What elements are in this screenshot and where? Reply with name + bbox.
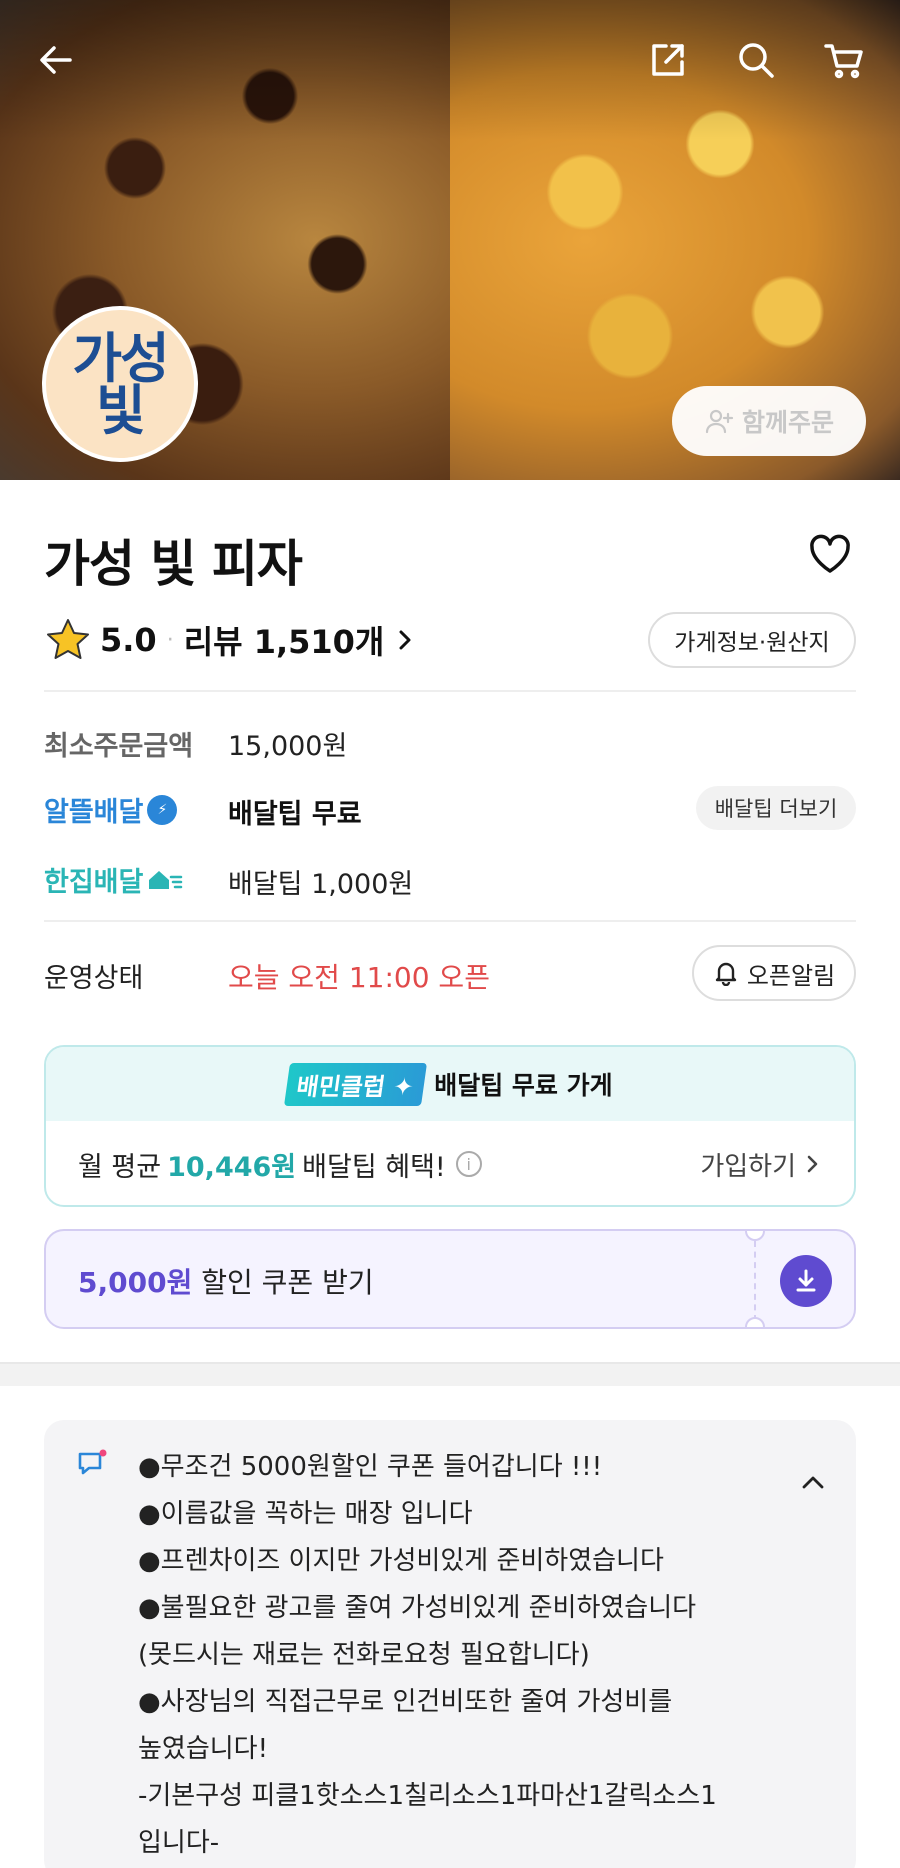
- coupon-label: 할인 쿠폰 받기: [201, 1266, 374, 1299]
- altteul-label-text: 알뜰배달: [44, 797, 144, 828]
- back-arrow-icon[interactable]: [24, 28, 88, 92]
- info-icon[interactable]: i: [455, 1151, 482, 1177]
- together-order-label: 함께주문: [741, 408, 834, 437]
- divider: [44, 690, 856, 692]
- altteul-delivery-label: 알뜰배달 ⚡: [44, 790, 178, 829]
- coupon-banner[interactable]: 5,000원 할인 쿠폰 받기: [44, 1229, 856, 1329]
- download-icon: [796, 1269, 816, 1292]
- rating-row: 5.0 · 리뷰 1,510개: [44, 612, 416, 668]
- notice-line: 입니다-: [138, 1828, 220, 1858]
- store-name: 가성 빛 피자: [44, 535, 303, 593]
- chevron-right-icon[interactable]: [394, 629, 416, 651]
- notice-line: 높였습니다!: [138, 1734, 269, 1764]
- favorite-heart-icon[interactable]: [806, 530, 854, 578]
- club-body: 월 평균 10,446원 배달팁 혜택! i 가입하기: [46, 1121, 854, 1205]
- owner-notice-box: ●무조건 5000원할인 쿠폰 들어갑니다 !!! ●이름값을 꼭하는 매장 입…: [44, 1420, 856, 1868]
- chevron-up-icon[interactable]: [800, 1470, 826, 1496]
- hanjip-delivery-label: 한집배달: [44, 860, 183, 899]
- store-hero-image: 가성 빛 함께주문: [0, 0, 900, 480]
- coupon-download-button[interactable]: [780, 1255, 832, 1307]
- min-order-label: 최소주문금액: [44, 731, 194, 762]
- together-order-button[interactable]: 함께주문: [672, 386, 866, 456]
- open-alarm-button[interactable]: 오픈알림: [692, 945, 856, 1001]
- operation-status-label: 운영상태: [44, 963, 144, 994]
- notice-line: ●무조건 5000원할인 쿠폰 들어갑니다 !!!: [138, 1452, 603, 1482]
- logo-text-line-2: 빛: [96, 378, 146, 442]
- search-icon[interactable]: [724, 28, 788, 92]
- open-alarm-label: 오픈알림: [746, 961, 836, 990]
- hanjip-label-text: 한집배달: [44, 867, 144, 898]
- store-logo: 가성 빛: [42, 306, 198, 462]
- club-header: 배민클럽 ✦ 배달팁 무료 가게: [46, 1047, 854, 1121]
- notice-line: (못드시는 재료는 전화로요청 필요합니다): [138, 1640, 590, 1670]
- notice-line: ●프렌차이즈 이지만 가성비있게 준비하였습니다: [138, 1546, 664, 1576]
- coupon-text: 5,000원 할인 쿠폰 받기: [78, 1261, 374, 1301]
- coupon-perforation: [754, 1241, 756, 1321]
- baemin-club-banner[interactable]: 배민클럽 ✦ 배달팁 무료 가게 월 평균 10,446원 배달팁 혜택! i …: [44, 1045, 856, 1207]
- review-count-link[interactable]: 리뷰 1,510개: [184, 617, 385, 663]
- hanjip-delivery-value: 배달팁 1,000원: [228, 869, 414, 900]
- cart-icon[interactable]: [812, 28, 876, 92]
- coupon-amount: 5,000원: [78, 1266, 193, 1299]
- operation-status-value: 오늘 오전 11:00 오픈: [228, 961, 490, 994]
- altteul-delivery-value: 배달팁 무료: [228, 799, 362, 830]
- logo-text-line-1: 가성: [72, 326, 169, 390]
- coupon-notch-bottom: [745, 1317, 765, 1327]
- club-join-link[interactable]: 가입하기: [700, 1146, 822, 1183]
- divider: [44, 920, 856, 922]
- star-icon: [47, 619, 89, 659]
- notice-line: ●이름값을 꼭하는 매장 입니다: [138, 1499, 473, 1529]
- rating-separator: ·: [166, 627, 174, 653]
- coupon-notch-top: [745, 1231, 765, 1241]
- club-benefit-prefix: 월 평균: [78, 1151, 162, 1183]
- hanjip-house-icon: [149, 870, 183, 889]
- store-info-origin-button[interactable]: 가게정보·원산지: [648, 612, 856, 668]
- section-separator: [0, 1362, 900, 1386]
- more-delivery-tip-button[interactable]: 배달팁 더보기: [696, 786, 856, 830]
- notice-text: ●무조건 5000원할인 쿠폰 들어갑니다 !!! ●이름값을 꼭하는 매장 입…: [138, 1444, 778, 1867]
- bell-icon: [715, 962, 737, 986]
- notice-speech-icon: [78, 1449, 107, 1475]
- club-benefit-suffix: 배달팁 혜택!: [302, 1151, 446, 1183]
- baemin-club-logo: 배민클럽 ✦: [284, 1062, 428, 1106]
- notice-line: ●사장님의 직접근무로 인건비또한 줄여 가성비를: [138, 1687, 673, 1717]
- chevron-right-icon: [807, 1155, 818, 1173]
- add-person-icon: [705, 409, 734, 434]
- share-icon[interactable]: [636, 28, 700, 92]
- altteul-badge-icon: ⚡: [147, 794, 178, 825]
- club-join-label: 가입하기: [700, 1151, 796, 1182]
- notice-line: ●불필요한 광고를 줄여 가성비있게 준비하였습니다: [138, 1593, 697, 1623]
- min-order-value: 15,000원: [228, 731, 348, 762]
- rating-value: 5.0: [100, 621, 157, 659]
- notice-line: -기본구성 피클1핫소스1칠리소스1파마산1갈릭소스1: [138, 1781, 717, 1811]
- club-title: 배달팁 무료 가게: [434, 1071, 613, 1100]
- club-logo-text: 배민클럽: [295, 1072, 388, 1101]
- club-benefit-amount: 10,446원: [167, 1151, 297, 1183]
